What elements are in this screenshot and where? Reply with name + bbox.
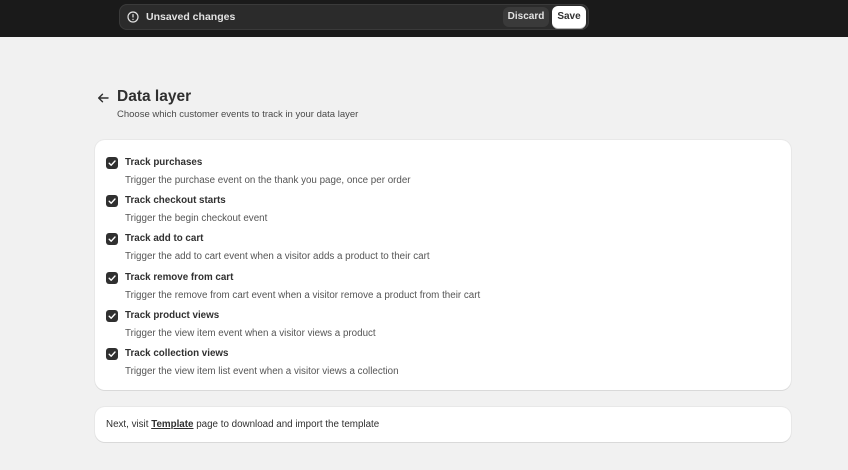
option-label[interactable]: Track collection views — [125, 348, 228, 360]
next-suffix: page to download and import the template — [193, 419, 380, 430]
option-description: Trigger the remove from cart event when … — [125, 289, 481, 301]
option-row: Track purchases Trigger the purchase even… — [106, 155, 776, 193]
checkmark-icon — [108, 236, 116, 243]
contextual-save-bar: Unsaved changes Discard Save — [119, 4, 589, 30]
top-bar: Unsaved changes Discard Save — [0, 0, 848, 37]
unsaved-changes-text: Unsaved changes — [146, 11, 236, 23]
template-link[interactable]: Template — [151, 419, 193, 430]
option-label[interactable]: Track remove from cart — [125, 272, 233, 284]
discard-button[interactable]: Discard — [503, 7, 549, 27]
checkbox[interactable] — [106, 157, 118, 169]
checkmark-icon — [108, 313, 116, 319]
option-row: Track add to cart Trigger the add to cart… — [106, 231, 776, 269]
option-description: Trigger the begin checkout event — [125, 213, 268, 225]
checkbox[interactable] — [106, 348, 118, 360]
option-label[interactable]: Track purchases — [125, 157, 202, 169]
checkmark-icon — [108, 198, 116, 205]
save-button[interactable]: Save — [552, 6, 586, 28]
checkbox[interactable] — [106, 233, 118, 246]
page-title: Data layer — [117, 88, 192, 105]
option-description: Trigger the view item list event when a … — [125, 366, 399, 377]
next-step-card: Next, visit Template page to download an… — [95, 407, 791, 442]
option-label[interactable]: Track checkout starts — [125, 195, 226, 207]
page-subtitle: Choose which customer events to track in… — [117, 109, 359, 120]
option-description: Trigger the purchase event on the thank … — [125, 175, 411, 186]
option-description: Trigger the add to cart event when a vis… — [125, 251, 430, 263]
option-row: Track product views Trigger the view item… — [106, 308, 776, 346]
next-step-text: Next, visit Template page to download an… — [106, 419, 379, 431]
checkbox[interactable] — [106, 271, 118, 284]
event-options-card: Track purchases Trigger the purchase even… — [95, 140, 791, 390]
option-row: Track collection views Trigger the view i… — [106, 346, 776, 384]
checkmark-icon — [108, 274, 116, 281]
option-label[interactable]: Track add to cart — [125, 233, 203, 245]
checkmark-icon — [108, 160, 116, 166]
option-row: Track remove from cart Trigger the remove… — [106, 270, 776, 308]
option-row: Track checkout starts Trigger the begin c… — [106, 193, 776, 231]
checkbox[interactable] — [106, 195, 118, 208]
checkbox[interactable] — [106, 309, 118, 322]
arrow-left-icon[interactable] — [96, 91, 110, 105]
alert-circle-icon — [127, 11, 139, 23]
next-prefix: Next, visit — [106, 419, 152, 430]
option-label[interactable]: Track product views — [125, 310, 219, 322]
option-description: Trigger the view item event when a visit… — [125, 327, 376, 339]
checkmark-icon — [108, 351, 116, 357]
